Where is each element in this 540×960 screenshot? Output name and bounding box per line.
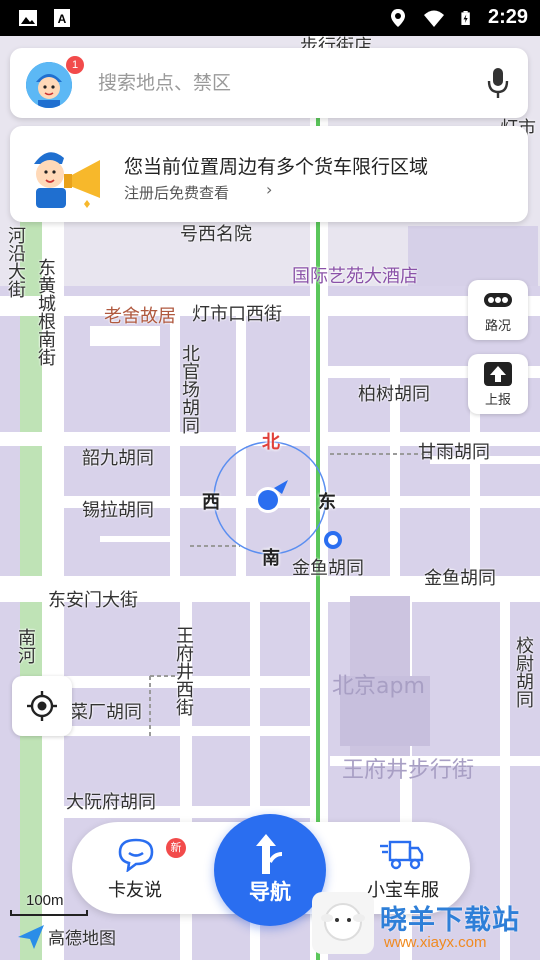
map-label: 号西名院 [180, 224, 252, 245]
map-label: 东安门大街 [48, 590, 138, 611]
map-label: 大阮府胡同 [66, 792, 156, 813]
new-badge: 新 [166, 838, 186, 858]
driver-avatar-icon [26, 62, 72, 108]
chat-bubble-icon [118, 838, 154, 872]
kayoushuo-button[interactable]: 新 卡友说 [80, 832, 190, 908]
location-icon [390, 8, 405, 27]
amap-logo: 高德地图 [18, 924, 116, 949]
map-label: 菜厂胡同 [70, 702, 142, 723]
traffic-icon [484, 293, 512, 307]
svg-text:A: A [58, 12, 67, 26]
a-text-icon: A [54, 9, 70, 27]
map-label: 锡拉胡同 [82, 500, 154, 521]
wifi-icon [423, 10, 444, 27]
map-label: 东黄城根南街 [35, 258, 56, 366]
navigate-button[interactable]: 导航 [214, 814, 326, 926]
locate-button[interactable] [12, 676, 72, 736]
map-label: 韶九胡同 [82, 448, 154, 469]
map-label: 校尉胡同 [513, 636, 534, 708]
battery-charging-icon [461, 10, 470, 25]
clock: 2:29 [487, 6, 528, 28]
kayoushuo-label: 卡友说 [108, 880, 162, 901]
navigate-label: 导航 [249, 880, 291, 904]
map-label: 柏树胡同 [358, 384, 430, 405]
map-scale-bar [10, 910, 88, 916]
search-bar[interactable]: 1 [10, 48, 528, 118]
map-label: 金鱼胡同 [424, 568, 496, 589]
compass-north: 北 [262, 432, 280, 453]
avatar[interactable] [26, 62, 72, 108]
map-label: 北官场胡同 [179, 344, 200, 434]
amap-logo-text: 高德地图 [48, 929, 116, 949]
watermark: 晓羊下载站 www.xiayx.com [312, 888, 540, 960]
truck-service-icon [380, 840, 424, 870]
watermark-url: www.xiayx.com [384, 934, 487, 951]
compass-west: 西 [202, 492, 220, 513]
search-input[interactable] [98, 68, 458, 98]
map-label: 甘雨胡同 [418, 442, 490, 463]
chevron-right-icon: › [266, 180, 273, 199]
sheep-logo-icon [312, 892, 374, 954]
map-label: 老舍故居 [104, 306, 176, 327]
map-scale-label: 100m [26, 892, 64, 909]
map-label: 王府井步行街 [342, 758, 475, 783]
map-label: 金鱼胡同 [292, 558, 364, 579]
crosshair-icon [27, 691, 57, 721]
turn-arrow-icon [256, 834, 283, 874]
megaphone-driver-icon [34, 152, 100, 208]
map-label: 河沿大街 [5, 226, 26, 298]
notice-title: 您当前位置周边有多个货车限行区域 [124, 156, 429, 178]
compass-south: 南 [262, 548, 280, 569]
traffic-label: 路况 [484, 319, 511, 334]
notice-subtitle[interactable]: 注册后免费查看 [124, 182, 229, 203]
map-label: 南河 [15, 628, 36, 664]
map-label: 北京apm [332, 674, 425, 699]
compass: 北 南 西 东 [202, 432, 336, 569]
map-label: 王府井西街 [173, 626, 194, 716]
gallery-icon [19, 10, 37, 26]
report-label: 上报 [484, 393, 511, 408]
truck-restriction-notice[interactable]: 您当前位置周边有多个货车限行区域 注册后免费查看 › [10, 126, 528, 222]
watermark-title: 晓羊下载站 [380, 905, 520, 936]
microphone-icon[interactable] [486, 66, 510, 100]
avatar-badge: 1 [66, 56, 84, 74]
amap-logo-icon [18, 924, 44, 949]
compass-ring [213, 441, 327, 555]
map-label: 国际艺苑大酒店 [292, 266, 418, 287]
status-bar: A 2:29 [0, 0, 540, 36]
traffic-button[interactable]: 路况 [468, 280, 528, 340]
report-button[interactable]: 上报 [468, 354, 528, 414]
compass-east: 东 [318, 492, 336, 513]
map-label: 灯市口西街 [192, 304, 282, 325]
report-icon [484, 362, 512, 386]
